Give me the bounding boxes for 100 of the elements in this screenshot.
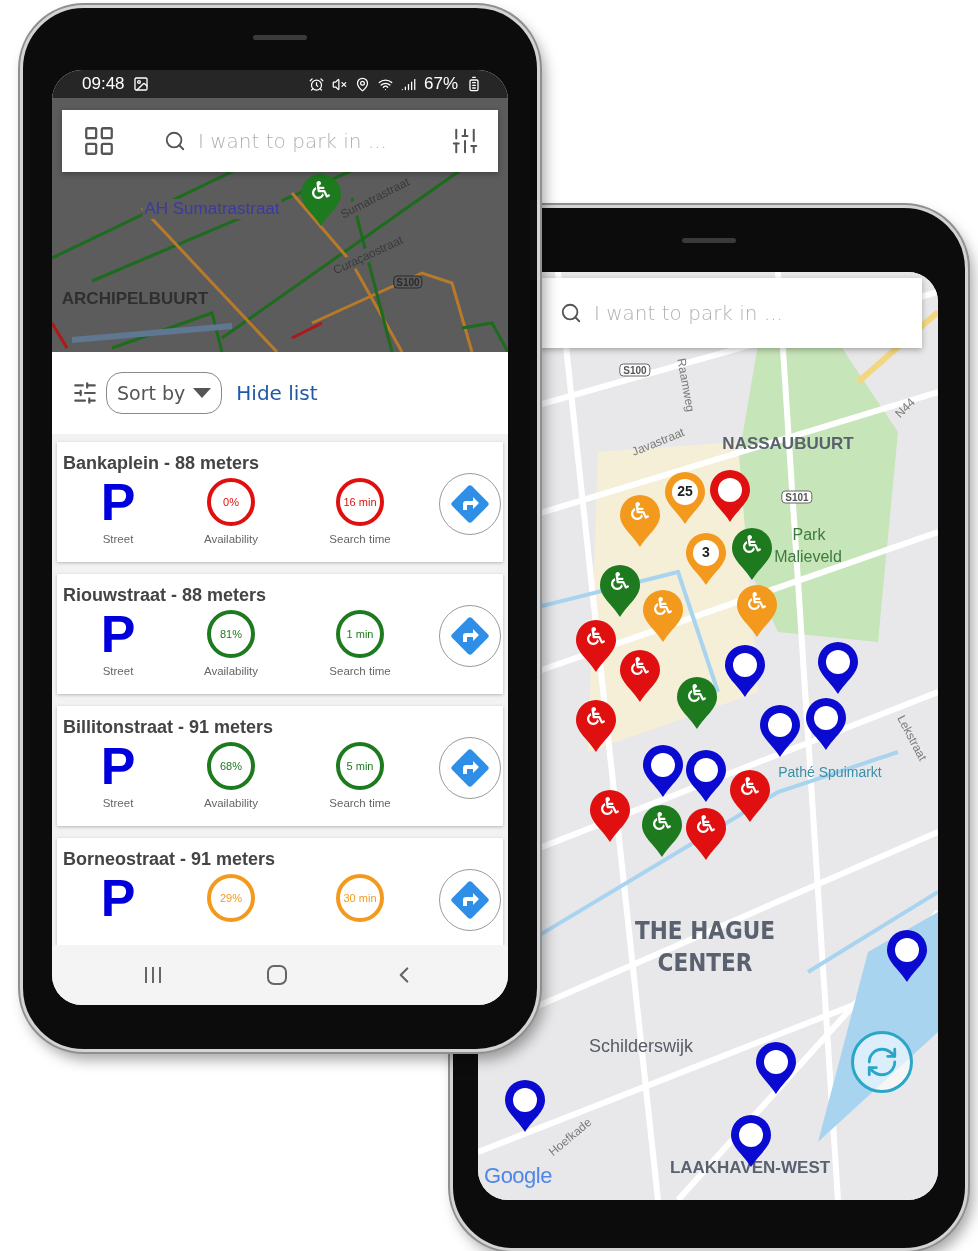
wheelchair-icon <box>748 592 766 610</box>
search-time-ring: 16 min <box>336 478 384 526</box>
parking-symbol: P <box>100 740 136 792</box>
wheelchair-icon <box>688 684 706 702</box>
alarm-icon <box>308 76 324 92</box>
search-icon <box>164 130 186 152</box>
parking-title: Bankaplein - 88 meters <box>63 452 261 474</box>
map-label: Raamweg <box>674 357 698 413</box>
map-label: Pathé Spuimarkt <box>778 764 882 780</box>
wheelchair-icon <box>743 535 761 553</box>
map-pin[interactable] <box>817 641 859 695</box>
wheelchair-icon <box>312 181 330 199</box>
map-pin[interactable] <box>886 929 928 983</box>
wheelchair-icon <box>631 657 649 675</box>
map-label: AH Sumatrastraat <box>142 199 282 219</box>
search-time-ring: 5 min <box>336 742 384 790</box>
parking-title: Riouwstraat - 88 meters <box>63 584 268 606</box>
parking-card[interactable]: Billitonstraat - 91 meters P 68% 5 min Street Availability Search time <box>57 706 503 826</box>
wheelchair-map-pin[interactable] <box>599 564 641 618</box>
wheelchair-map-pin[interactable] <box>619 649 661 703</box>
wheelchair-map-pin[interactable] <box>685 807 727 861</box>
map-label: THE HAGUE <box>635 917 775 945</box>
stat-label: Search time <box>329 533 391 545</box>
map-label: Malieveld <box>774 548 842 566</box>
wheelchair-icon <box>601 797 619 815</box>
map-label: CENTER <box>657 949 753 977</box>
map-label: Park <box>792 526 826 544</box>
wheelchair-map-pin[interactable] <box>731 527 773 581</box>
wheelchair-icon <box>631 502 649 520</box>
stat-label: Street <box>102 797 134 809</box>
map-pin[interactable] <box>759 704 801 758</box>
wheelchair-icon <box>653 812 671 830</box>
wheelchair-icon <box>587 627 605 645</box>
sort-dropdown[interactable]: Sort by <box>106 372 223 414</box>
location-icon <box>354 76 370 92</box>
wheelchair-icon <box>697 815 715 833</box>
signal-icon <box>400 76 416 92</box>
parking-card[interactable]: Bankaplein - 88 meters P 0% 16 min Street Availability Search time <box>57 442 503 562</box>
battery-icon <box>466 76 482 92</box>
parking-card[interactable]: Riouwstraat - 88 meters P 81% 1 min Street Availability Search time <box>57 574 503 694</box>
wheelchair-map-pin[interactable] <box>676 676 718 730</box>
availability-ring: 68% <box>207 742 255 790</box>
caret-icon <box>193 388 212 398</box>
map-label: NASSAUBUURT <box>722 434 854 454</box>
map-pin[interactable] <box>709 469 751 523</box>
stat-label: Availability <box>203 665 259 677</box>
wheelchair-icon <box>611 572 629 590</box>
battery-percent: 67% <box>423 74 458 94</box>
cluster-map-pin[interactable]: 25 <box>664 471 706 525</box>
road-number: S101 <box>781 490 813 504</box>
wheelchair-map-pin[interactable] <box>575 619 617 673</box>
image-icon <box>132 76 149 92</box>
map-pin[interactable] <box>755 1041 797 1095</box>
filter-sliders-icon[interactable] <box>450 126 480 156</box>
wheelchair-icon <box>654 597 672 615</box>
stat-label: Street <box>102 533 134 545</box>
mute-icon <box>331 76 347 92</box>
stat-label: Availability <box>203 797 259 809</box>
wheelchair-map-pin[interactable] <box>641 804 683 858</box>
map-pin[interactable] <box>504 1079 546 1133</box>
wheelchair-map-pin[interactable] <box>589 789 631 843</box>
parking-title: Billitonstraat - 91 meters <box>63 716 275 738</box>
filter-icon[interactable] <box>72 380 98 406</box>
parking-symbol: P <box>100 476 136 528</box>
availability-ring: 0% <box>207 478 255 526</box>
road-number: S100 <box>619 363 651 377</box>
stat-label: Search time <box>329 797 391 809</box>
cluster-map-pin[interactable]: 3 <box>685 532 727 586</box>
parking-title: Borneostraat - 91 meters <box>63 848 277 870</box>
map-pin[interactable] <box>642 744 684 798</box>
status-time: 09:48 <box>82 74 125 94</box>
map-label: Schilderswijk <box>589 1035 693 1057</box>
map-logo: Google <box>484 1163 552 1189</box>
map-pin[interactable] <box>724 644 766 698</box>
parking-symbol: P <box>100 608 136 660</box>
map-label: LAAKHAVEN-WEST <box>669 1158 831 1178</box>
map-pin[interactable] <box>805 697 847 751</box>
stat-label: Street <box>102 665 134 677</box>
map-pin[interactable] <box>685 749 727 803</box>
wheelchair-map-pin[interactable] <box>300 173 342 227</box>
home-icon[interactable] <box>266 964 288 986</box>
parking-symbol: P <box>100 872 136 924</box>
map-label: N44 <box>892 395 918 421</box>
phone-speaker <box>682 238 736 243</box>
wifi-icon <box>377 76 393 92</box>
phone-speaker <box>253 35 307 40</box>
stat-label: Availability <box>203 533 259 545</box>
refresh-icon <box>865 1045 899 1079</box>
availability-ring: 81% <box>207 610 255 658</box>
recent-apps-icon[interactable] <box>143 965 164 985</box>
stat-label: Search time <box>329 665 391 677</box>
search-time-ring: 1 min <box>336 610 384 658</box>
availability-ring: 29% <box>207 874 255 922</box>
search-time-ring: 30 min <box>336 874 384 922</box>
grid-menu-icon[interactable] <box>82 124 116 158</box>
wheelchair-map-pin[interactable] <box>575 699 617 753</box>
hide-list-link[interactable]: Hide list <box>236 381 318 405</box>
wheelchair-map-pin[interactable] <box>729 769 771 823</box>
wheelchair-icon <box>741 777 759 795</box>
parking-card[interactable]: Borneostraat - 91 meters P 29% 30 min <box>57 838 503 945</box>
